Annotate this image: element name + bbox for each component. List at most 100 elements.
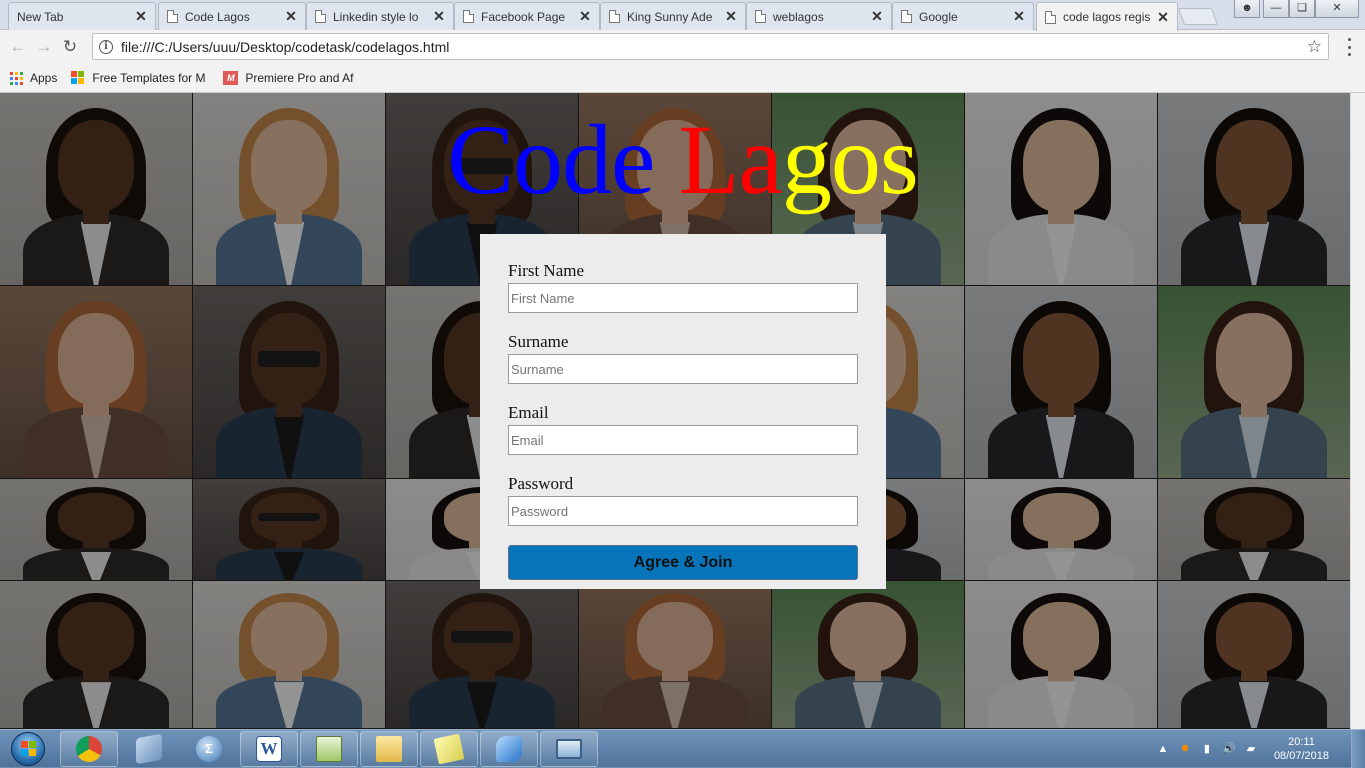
close-icon[interactable]: ✕: [1157, 9, 1169, 26]
show-hidden-icons-icon[interactable]: ▲: [1156, 742, 1170, 756]
speaker-icon[interactable]: 🔊: [1222, 742, 1236, 756]
close-icon[interactable]: ✕: [285, 8, 297, 25]
back-arrow-icon[interactable]: ←: [5, 34, 31, 60]
avast-icon[interactable]: ✸: [1178, 742, 1192, 756]
bookmark-apps[interactable]: Apps: [10, 71, 57, 85]
windows-taskbar: Σ W ▲ ✸ ▮ 🔊 ▰ 20:11 08/07/2018: [0, 729, 1365, 768]
first-name-label: First Name: [508, 261, 585, 280]
new-tab-button[interactable]: [1177, 8, 1219, 25]
info-icon[interactable]: i: [99, 39, 113, 54]
network-icon[interactable]: ▰: [1244, 742, 1258, 756]
tab-weblagos[interactable]: weblagos ✕: [746, 2, 892, 30]
maximize-icon[interactable]: ❏: [1289, 0, 1315, 18]
taskbar-chrome[interactable]: [60, 730, 118, 767]
math-sigma-icon: Σ: [196, 735, 222, 762]
show-desktop-button[interactable]: [1351, 730, 1365, 768]
taskbar-math-app[interactable]: Σ: [180, 731, 238, 767]
tab-linkedin-style[interactable]: Linkedin style lo ✕: [306, 2, 454, 30]
tab-title: Code Lagos: [185, 9, 250, 24]
bookmark-star-icon[interactable]: ☆: [1307, 37, 1322, 57]
messenger-icon: [496, 735, 522, 762]
sticky-notes-icon: [433, 733, 465, 764]
taskbar-remote-desktop[interactable]: [540, 730, 598, 767]
close-icon[interactable]: ✕: [871, 8, 883, 25]
chrome-icon: [76, 735, 102, 762]
notepad-icon: [316, 735, 342, 762]
close-icon[interactable]: ✕: [433, 8, 445, 25]
password-input[interactable]: [508, 496, 858, 526]
taskbar-notepad[interactable]: [300, 730, 358, 767]
taskbar-explorer[interactable]: [360, 730, 418, 767]
tab-title: weblagos: [773, 9, 824, 24]
forward-arrow-icon[interactable]: →: [31, 34, 57, 60]
address-url[interactable]: file:///C:/Users/uuu/Desktop/codetask/co…: [121, 39, 1307, 55]
surname-input[interactable]: [508, 354, 858, 384]
tab-google[interactable]: Google ✕: [892, 2, 1034, 30]
first-name-input[interactable]: [508, 283, 858, 313]
page-icon: [315, 10, 326, 23]
tab-title: Google: [919, 9, 958, 24]
page-icon: [167, 10, 178, 23]
logo-part: gos: [781, 104, 919, 215]
minimize-icon[interactable]: —: [1263, 0, 1289, 18]
bookmark-label: Apps: [30, 71, 58, 85]
site-logo-icon: M: [223, 71, 239, 85]
taskbar-word[interactable]: W: [240, 730, 298, 767]
window-close-icon[interactable]: ✕: [1315, 0, 1359, 18]
user-icon[interactable]: ☻: [1234, 0, 1260, 18]
tab-code-lagos[interactable]: Code Lagos ✕: [158, 2, 306, 30]
page-icon: [901, 10, 912, 23]
close-icon[interactable]: ✕: [1013, 8, 1025, 25]
browser-tab-strip: New Tab ✕ Code Lagos ✕ Linkedin style lo…: [0, 0, 1365, 31]
address-bar[interactable]: i file:///C:/Users/uuu/Desktop/codetask/…: [92, 33, 1329, 60]
book-icon: [136, 733, 162, 764]
close-icon[interactable]: ✕: [579, 8, 591, 25]
page-scrollbar[interactable]: [1350, 93, 1365, 729]
page-icon: [609, 10, 620, 23]
menu-kebab-icon[interactable]: [1340, 38, 1358, 56]
reload-icon[interactable]: ↻: [57, 34, 83, 60]
battery-icon[interactable]: ▮: [1200, 742, 1214, 756]
clock-time: 20:11: [1288, 736, 1315, 748]
bookmark-premiere-pro[interactable]: M Premiere Pro and Af: [223, 71, 363, 85]
microsoft-logo-icon: [71, 71, 85, 85]
close-icon[interactable]: ✕: [135, 8, 147, 25]
windows-logo-icon: [11, 731, 45, 766]
taskbar-clock[interactable]: 20:11 08/07/2018: [1274, 735, 1329, 763]
window-controls: ☻: [1234, 0, 1260, 19]
tab-title: King Sunny Ade: [627, 9, 713, 24]
bookmark-label: Free Templates for M: [92, 71, 206, 85]
bookmark-label: Premiere Pro and Af: [245, 71, 354, 85]
agree-join-button[interactable]: Agree & Join: [508, 545, 858, 580]
start-button[interactable]: [8, 731, 48, 767]
taskbar-messenger[interactable]: [480, 730, 538, 767]
page-icon: [755, 10, 766, 23]
signup-form: First Name Surname Email Password Agree …: [480, 234, 886, 589]
surname-label: Surname: [508, 332, 569, 351]
bookmark-free-templates[interactable]: Free Templates for M: [71, 71, 209, 85]
code-lagos-logo: Code Lagos: [0, 105, 1350, 215]
clock-date: 08/07/2018: [1273, 750, 1329, 762]
taskbar-book-app[interactable]: [120, 731, 178, 767]
logo-part: a: [738, 104, 782, 215]
word-icon: W: [256, 735, 282, 762]
tab-king-sunny-ade[interactable]: King Sunny Ade ✕: [600, 2, 746, 30]
system-tray: ▲ ✸ ▮ 🔊 ▰ 20:11 08/07/2018: [1148, 730, 1365, 768]
tab-new-tab[interactable]: New Tab ✕: [8, 2, 156, 30]
bookmarks-bar: Apps Free Templates for M M Premiere Pro…: [0, 64, 1365, 93]
window-buttons: — ❏ ✕: [1263, 0, 1359, 19]
logo-part: Co: [447, 104, 563, 215]
logo-part: de: [561, 104, 679, 215]
close-icon[interactable]: ✕: [725, 8, 737, 25]
password-label: Password: [508, 474, 574, 493]
page-icon: [463, 10, 474, 23]
tab-title: New Tab: [17, 9, 64, 24]
tab-title: Facebook Page: [481, 9, 566, 24]
taskbar-sticky-notes[interactable]: [420, 730, 478, 767]
email-input[interactable]: [508, 425, 858, 455]
logo-part: L: [678, 104, 739, 215]
tab-facebook-page[interactable]: Facebook Page ✕: [454, 2, 600, 30]
tab-code-lagos-register[interactable]: code lagos regis ✕: [1036, 2, 1178, 31]
email-label: Email: [508, 403, 549, 422]
tab-title: Linkedin style lo: [333, 9, 419, 24]
